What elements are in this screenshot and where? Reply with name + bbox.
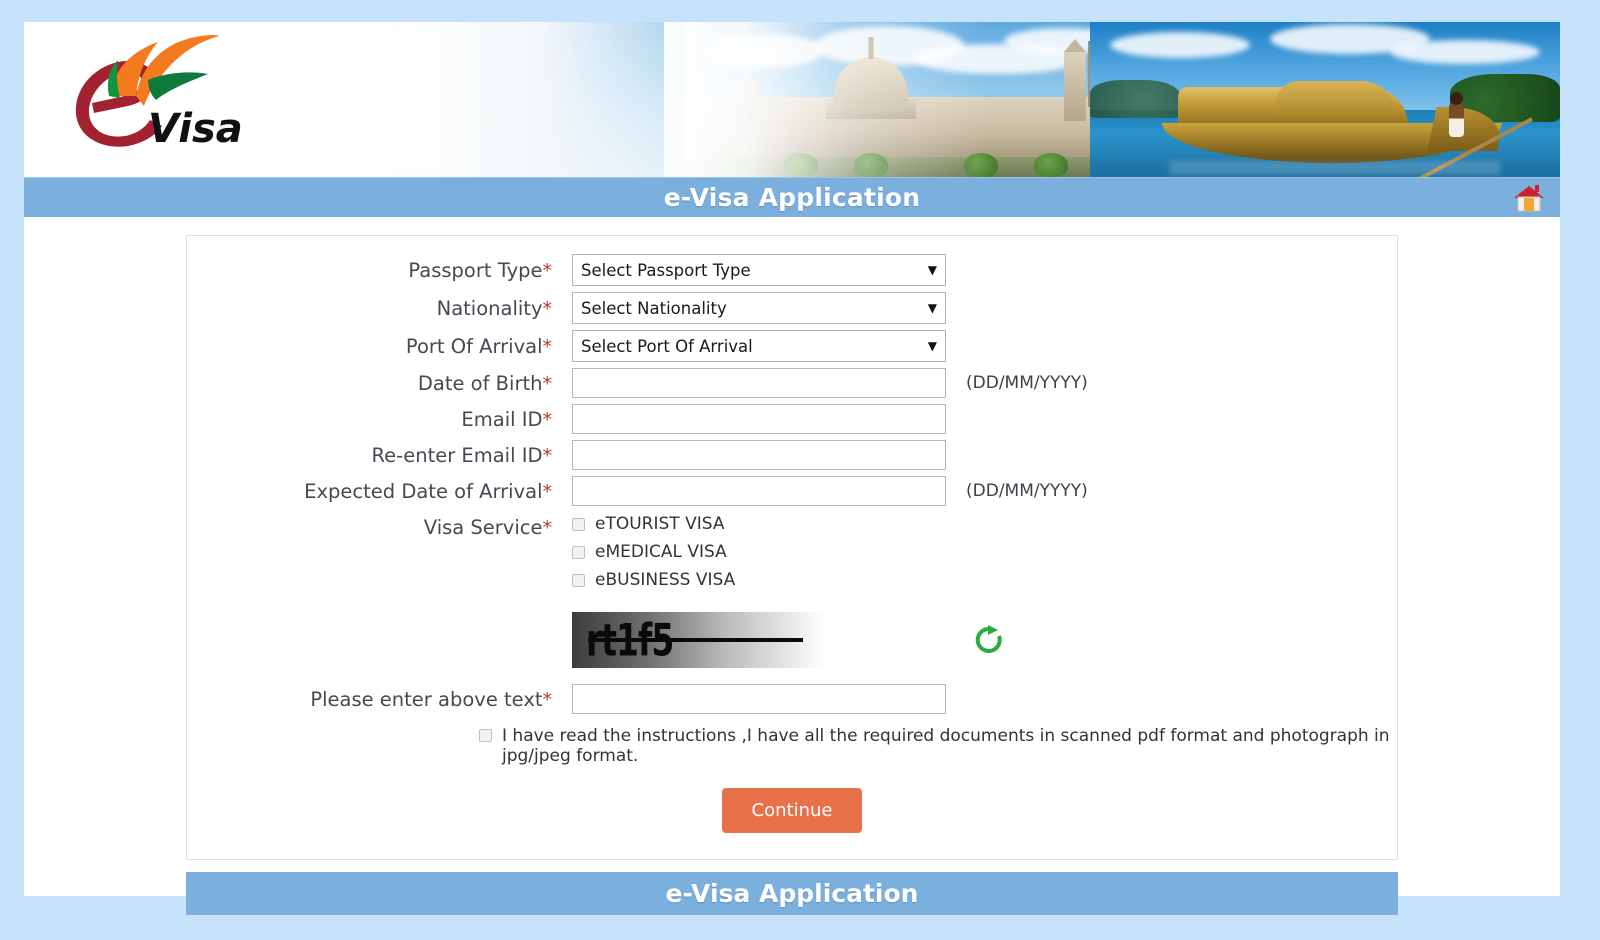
label-passport-type: Passport Type* [408,258,553,282]
required-asterisk: * [542,335,553,358]
captcha-strike-line [588,638,803,642]
form-row-passport-type: Passport Type* Select Passport Type ▼ [187,254,1397,286]
form-row-email-id: Email ID* [187,404,1397,434]
logo-visa-text: Visa [148,106,242,152]
field-re-enter-email-id [572,440,946,470]
etourist-visa-label: eTOURIST VISA [595,514,725,534]
page-title: e-Visa Application [663,183,921,212]
form-row-captcha-input: Please enter above text* [187,684,1397,714]
rashtrapati-bhavan-photo [664,22,1114,177]
footer-title: e-Visa Application [665,879,919,908]
ebusiness-visa-label: eBUSINESS VISA [595,570,736,590]
monument-fade-overlay [664,22,1114,177]
boat-canopy [1276,81,1396,117]
label-re-enter-email-id: Re-enter Email ID* [371,443,553,467]
required-asterisk: * [542,480,553,503]
ebusiness-visa-checkbox[interactable] [572,573,585,587]
port-of-arrival-select-value[interactable]: Select Port Of Arrival [572,330,946,362]
field-passport-type: Select Passport Type ▼ [572,254,946,286]
tree-line [1090,80,1180,118]
label-email-id: Email ID* [461,407,553,431]
evisa-logo-svg: Visa [75,35,243,152]
logo-saffron-swoosh [136,35,220,106]
required-asterisk: * [542,444,553,467]
required-asterisk: * [542,408,553,431]
form-row-date-of-birth: Date of Birth* (DD/MM/YYYY) [187,368,1397,398]
form-row-port-of-arrival: Port Of Arrival* Select Port Of Arrival … [187,330,1397,362]
form-row-expected-date-of-arrival: Expected Date of Arrival* (DD/MM/YYYY) [187,476,1397,506]
label-expected-date-of-arrival: Expected Date of Arrival* [304,479,553,503]
cloud-shape [1110,32,1250,58]
expected-date-of-arrival-input[interactable] [572,476,946,506]
nationality-select[interactable]: Select Nationality ▼ [572,292,946,324]
re-enter-email-id-input[interactable] [572,440,946,470]
submit-row: Continue [187,788,1397,833]
app-container: Visa e-Visa Application Passport Type* S… [24,22,1560,915]
passport-type-select[interactable]: Select Passport Type ▼ [572,254,946,286]
page-title-bar: e-Visa Application [24,177,1560,217]
field-port-of-arrival: Select Port Of Arrival ▼ [572,330,946,362]
field-date-of-birth [572,368,946,398]
refresh-icon-svg [975,625,1002,653]
kerala-backwater-photo [1090,22,1560,177]
emedical-visa-label: eMEDICAL VISA [595,542,727,562]
required-asterisk: * [542,259,553,282]
form-row-re-enter-email-id: Re-enter Email ID* [187,440,1397,470]
refresh-icon[interactable] [974,625,1004,655]
consent-label: I have read the instructions ,I have all… [502,726,1390,766]
consent-checkbox[interactable] [479,729,492,742]
label-port-of-arrival: Port Of Arrival* [405,334,553,358]
captcha-input[interactable] [572,684,946,714]
label-nationality: Nationality* [436,296,553,320]
required-asterisk: * [542,297,553,320]
field-captcha-input [572,684,946,714]
boatman-head [1450,92,1463,105]
visa-service-option-etourist[interactable]: eTOURIST VISA [572,514,735,534]
field-nationality: Select Nationality ▼ [572,292,946,324]
captcha-image: rt1f5 [572,612,824,668]
form-row-nationality: Nationality* Select Nationality ▼ [187,292,1397,324]
label-captcha-input: Please enter above text* [310,687,553,711]
application-form-panel: Passport Type* Select Passport Type ▼ Na… [186,235,1398,860]
continue-button[interactable]: Continue [721,788,863,833]
required-asterisk: * [542,372,553,395]
port-of-arrival-select[interactable]: Select Port Of Arrival ▼ [572,330,946,362]
date-of-birth-format-hint: (DD/MM/YYYY) [966,373,1088,393]
field-expected-date-of-arrival [572,476,946,506]
cloud-shape [1390,40,1540,64]
visa-service-option-emedical[interactable]: eMEDICAL VISA [572,542,735,562]
captcha-block: rt1f5 [572,612,1004,668]
emedical-visa-checkbox[interactable] [572,545,585,559]
email-id-input[interactable] [572,404,946,434]
passport-type-select-value[interactable]: Select Passport Type [572,254,946,286]
home-icon[interactable] [1512,180,1546,214]
label-date-of-birth: Date of Birth* [417,371,553,395]
expected-date-format-hint: (DD/MM/YYYY) [966,481,1088,501]
header-banner: Visa [24,22,1560,177]
label-visa-service: Visa Service* [423,516,553,539]
required-asterisk: * [542,517,553,539]
footer-bar: e-Visa Application [186,872,1398,915]
required-asterisk: * [542,688,553,711]
etourist-visa-checkbox[interactable] [572,517,585,531]
page-root: Visa e-Visa Application Passport Type* S… [0,0,1600,940]
boatman-figure [1449,103,1464,137]
date-of-birth-input[interactable] [572,368,946,398]
form-row-visa-service: Visa Service* eTOURIST VISA eMEDICAL VIS… [187,512,1397,598]
consent-row[interactable]: I have read the instructions ,I have all… [479,726,1397,766]
field-email-id [572,404,946,434]
nationality-select-value[interactable]: Select Nationality [572,292,946,324]
water-reflection [1170,161,1500,175]
form-row-captcha-image: rt1f5 [187,604,1397,678]
visa-service-options: eTOURIST VISA eMEDICAL VISA eBUSINESS VI… [572,512,735,598]
visa-service-option-ebusiness[interactable]: eBUSINESS VISA [572,570,735,590]
home-icon-svg [1514,185,1544,212]
evisa-logo[interactable]: Visa [62,34,243,164]
